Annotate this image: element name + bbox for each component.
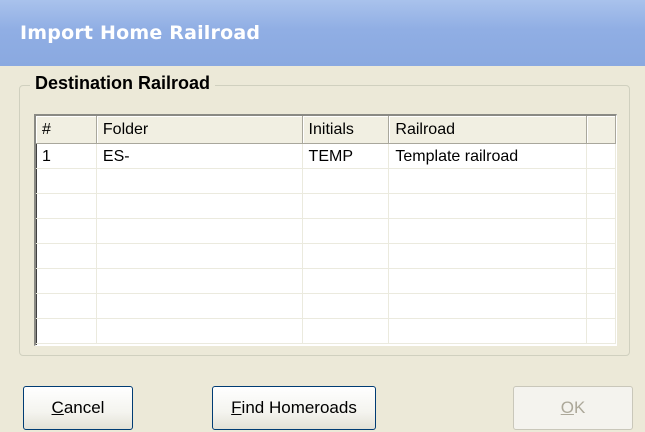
cell-filler: [587, 169, 616, 194]
cell-railroad: [389, 244, 588, 269]
cell-initials: [302, 319, 390, 344]
find-mnemonic: F: [231, 398, 242, 417]
ok-label-rest: K: [573, 398, 586, 417]
cell-number: [36, 319, 97, 344]
cell-folder: [96, 169, 303, 194]
title-bar[interactable]: Import Home Railroad: [0, 0, 645, 66]
cell-railroad: Template railroad: [389, 144, 588, 169]
cell-number: [36, 269, 97, 294]
cell-railroad: [389, 319, 588, 344]
cell-number: 1: [36, 144, 97, 169]
cell-initials: [302, 219, 390, 244]
cell-folder: [96, 319, 303, 344]
cell-number: [36, 244, 97, 269]
window-title: Import Home Railroad: [20, 22, 261, 44]
table-row[interactable]: [36, 169, 616, 194]
cell-filler: [587, 194, 616, 219]
cell-initials: [302, 169, 390, 194]
list-header: # Folder Initials Railroad: [36, 116, 616, 144]
railroad-list[interactable]: # Folder Initials Railroad 1 ES- TEMP Templ…: [34, 114, 617, 346]
cell-filler: [587, 219, 616, 244]
cell-railroad: [389, 194, 588, 219]
cancel-button[interactable]: Cancel: [23, 386, 133, 430]
cell-number: [36, 169, 97, 194]
cell-railroad: [389, 294, 588, 319]
import-home-railroad-dialog: Import Home Railroad Destination Railroa…: [0, 0, 645, 432]
cell-railroad: [389, 169, 588, 194]
cell-initials: [302, 269, 390, 294]
column-header-initials[interactable]: Initials: [302, 116, 390, 144]
cell-folder: [96, 294, 303, 319]
column-header-filler: [587, 116, 616, 144]
cell-number: [36, 219, 97, 244]
cell-filler: [587, 244, 616, 269]
cell-railroad: [389, 219, 588, 244]
cell-filler: [587, 319, 616, 344]
column-header-folder[interactable]: Folder: [96, 116, 303, 144]
cell-initials: [302, 294, 390, 319]
cell-folder: [96, 244, 303, 269]
cell-folder: [96, 194, 303, 219]
cell-filler: [587, 294, 616, 319]
table-row[interactable]: [36, 244, 616, 269]
ok-mnemonic: O: [560, 398, 574, 417]
cell-railroad: [389, 269, 588, 294]
cell-folder: ES-: [96, 144, 303, 169]
cell-number: [36, 194, 97, 219]
cell-initials: [302, 194, 390, 219]
table-row[interactable]: [36, 294, 616, 319]
cell-initials: [302, 244, 390, 269]
table-row[interactable]: [36, 194, 616, 219]
list-body: 1 ES- TEMP Template railroad: [36, 144, 616, 344]
cancel-mnemonic: C: [51, 398, 64, 417]
cell-initials: TEMP: [302, 144, 390, 169]
table-row[interactable]: 1 ES- TEMP Template railroad: [36, 144, 616, 169]
column-header-railroad[interactable]: Railroad: [389, 116, 588, 144]
cell-filler: [587, 269, 616, 294]
cancel-label-rest: ancel: [63, 398, 105, 417]
column-header-number[interactable]: #: [36, 116, 97, 144]
cell-folder: [96, 269, 303, 294]
table-row[interactable]: [36, 319, 616, 344]
cell-filler: [587, 144, 616, 169]
cell-folder: [96, 219, 303, 244]
cell-number: [36, 294, 97, 319]
find-label-rest: ind Homeroads: [241, 398, 357, 417]
find-homeroads-button[interactable]: Find Homeroads: [212, 386, 376, 430]
ok-button[interactable]: OK: [513, 386, 633, 430]
table-row[interactable]: [36, 269, 616, 294]
group-label: Destination Railroad: [30, 73, 216, 94]
table-row[interactable]: [36, 219, 616, 244]
